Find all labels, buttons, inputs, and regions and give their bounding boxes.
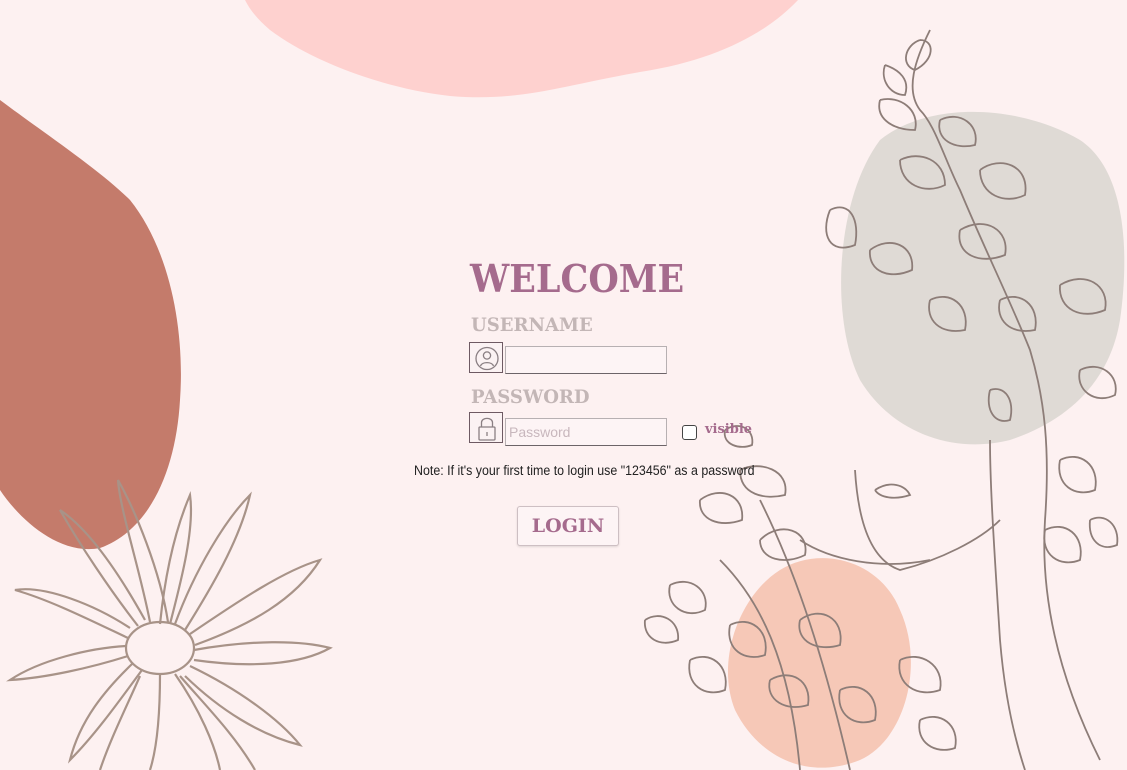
- user-icon: [469, 342, 503, 373]
- visible-label: visible: [705, 422, 753, 437]
- login-form: WELCOME USERNAME PASSWORD visible Note: …: [0, 0, 1127, 770]
- username-label: USERNAME: [471, 314, 593, 336]
- password-input[interactable]: [505, 418, 667, 446]
- lock-icon: [469, 412, 503, 443]
- welcome-title: WELCOME: [470, 256, 685, 301]
- username-input[interactable]: [505, 346, 667, 374]
- visible-checkbox[interactable]: [682, 425, 697, 440]
- password-label: PASSWORD: [471, 386, 590, 408]
- password-note: Note: If it's your first time to login u…: [414, 463, 755, 478]
- login-button[interactable]: LOGIN: [517, 506, 619, 546]
